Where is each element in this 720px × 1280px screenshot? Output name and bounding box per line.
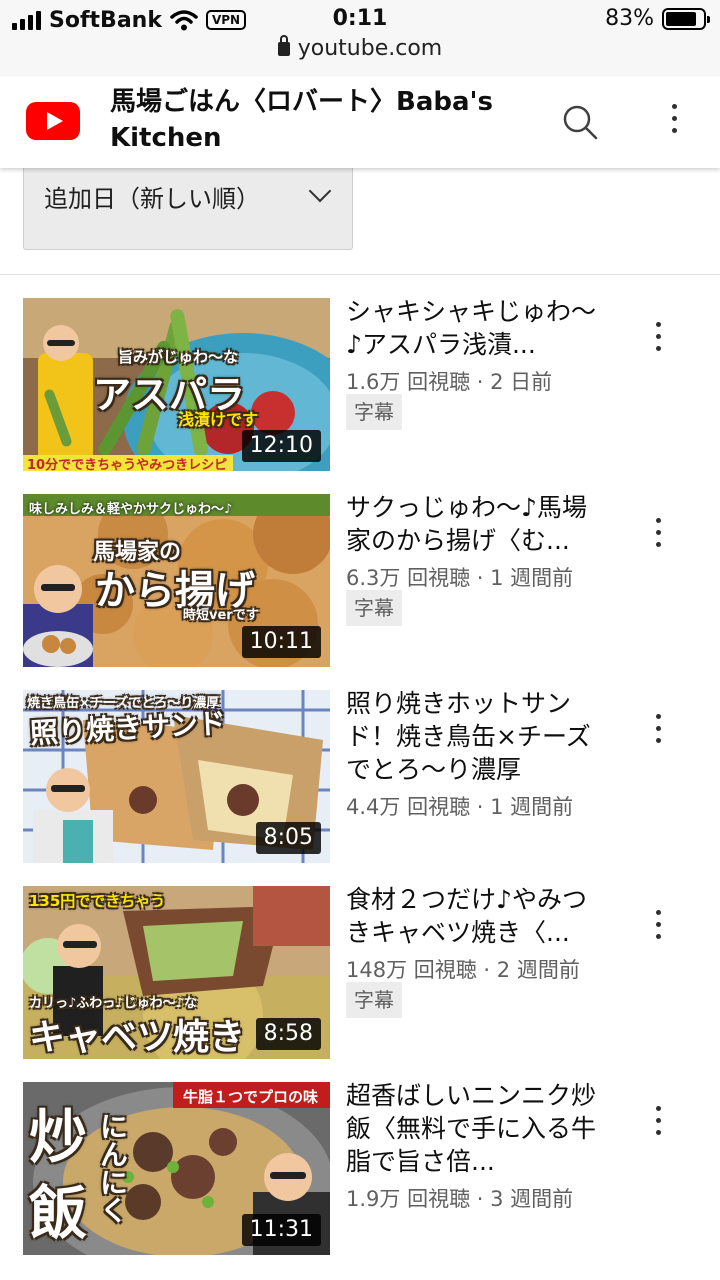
more-vert-icon[interactable] [643, 512, 673, 552]
battery-percent: 83% [605, 6, 654, 31]
video-thumbnail[interactable]: 焼き鳥缶×チーズでとろ〜り濃厚 照り焼きサンド 8:05 [23, 690, 330, 863]
caption-badge: 字幕 [346, 590, 402, 626]
video-thumbnail[interactable]: 旨みがじゅわ〜な アスパラ 浅漬けです 10分でできちゃうやみつきレシピ 12:… [23, 298, 330, 471]
thumbnail-text-bottom: 10分でできちゃうやみつきレシピ [27, 458, 228, 471]
channel-header: 馬場ごはん〈ロバート〉Baba's Kitchen [0, 76, 720, 168]
url-bar[interactable]: youtube.com [0, 35, 720, 61]
video-title[interactable]: サクっじゅわ〜♪馬場家のから揚げ〈む... [346, 491, 608, 557]
video-thumbnail[interactable]: 味しみしみ＆軽やかサクじゅわ〜♪ 馬場家の から揚げ 時短verです 10:11 [23, 494, 330, 667]
lock-icon [277, 35, 290, 56]
video-meta: 148万 回視聴 · 2 週間前 [346, 958, 580, 982]
video-duration: 8:05 [255, 822, 321, 854]
thumbnail-text-top: 牛脂１つでプロの味 [183, 1088, 319, 1106]
caption-badge: 字幕 [346, 982, 402, 1018]
video-title[interactable]: シャキシャキじゅわ〜♪アスパラ浅漬... [346, 295, 608, 361]
video-meta: 6.3万 回視聴 · 1 週間前 [346, 566, 574, 590]
video-item[interactable]: 135円でできちゃう カリっ♪ふわっ♪じゅわ〜♪な キャベツ焼き 8:58 食材… [0, 883, 720, 1062]
status-bar: SoftBank VPN 0:11 83% youtube.com [0, 0, 720, 76]
channel-title: 馬場ごはん〈ロバート〉Baba's Kitchen [110, 87, 493, 153]
video-thumbnail[interactable]: 牛脂１つでプロの味 炒 飯 にんにく 11:31 [23, 1082, 330, 1255]
more-vert-icon[interactable] [659, 98, 689, 138]
thumbnail-text-sub: 時短verです [183, 608, 259, 623]
video-title[interactable]: 照り焼きホットサンド！焼き鳥缶×チーズでとろ〜り濃厚 [346, 687, 608, 786]
video-duration: 10:11 [241, 626, 321, 658]
status-right: 83% [605, 6, 710, 31]
battery-icon [662, 7, 710, 30]
caption-badge: 字幕 [346, 394, 402, 430]
thumbnail-text-top: 135円でできちゃう [29, 892, 166, 910]
video-meta: 1.6万 回視聴 · 2 日前 [346, 370, 553, 394]
more-vert-icon[interactable] [643, 1100, 673, 1140]
video-item[interactable]: 焼き鳥缶×チーズでとろ〜り濃厚 照り焼きサンド 8:05 照り焼きホットサンド！… [0, 687, 720, 866]
youtube-logo-icon[interactable] [26, 102, 80, 140]
video-item[interactable]: 味しみしみ＆軽やかサクじゅわ〜♪ 馬場家の から揚げ 時短verです 10:11… [0, 491, 720, 670]
search-icon[interactable] [560, 102, 600, 142]
video-item[interactable]: 旨みがじゅわ〜な アスパラ 浅漬けです 10分でできちゃうやみつきレシピ 12:… [0, 295, 720, 474]
video-title[interactable]: 食材２つだけ♪やみつきキャベツ焼き〈... [346, 883, 608, 949]
thumbnail-text-sub: 浅漬けです [178, 410, 259, 429]
thumbnail-text-main: キャベツ焼き [29, 1017, 246, 1058]
video-meta: 4.4万 回視聴 · 1 週間前 [346, 795, 574, 819]
video-title[interactable]: 超香ばしいニンニク炒飯〈無料で手に入る牛脂で旨さ倍... [346, 1079, 608, 1178]
thumbnail-text-main-2: 飯 [29, 1179, 88, 1247]
chevron-down-icon [308, 179, 332, 203]
video-duration: 8:58 [255, 1018, 321, 1050]
thumbnail-text-main-1: 炒 [29, 1103, 88, 1171]
video-item[interactable]: 牛脂１つでプロの味 炒 飯 にんにく 11:31 超香ばしいニンニク炒飯〈無料で… [0, 1079, 720, 1258]
thumbnail-text-top: 味しみしみ＆軽やかサクじゅわ〜♪ [29, 502, 233, 517]
video-thumbnail[interactable]: 135円でできちゃう カリっ♪ふわっ♪じゅわ〜♪な キャベツ焼き 8:58 [23, 886, 330, 1059]
sort-section: 追加日（新しい順） [0, 164, 720, 275]
video-duration: 12:10 [241, 430, 321, 462]
thumbnail-text-side: にんにく [96, 1112, 129, 1224]
more-vert-icon[interactable] [643, 708, 673, 748]
more-vert-icon[interactable] [643, 316, 673, 356]
url-text: youtube.com [297, 36, 443, 61]
video-meta: 1.9万 回視聴 · 3 週間前 [346, 1187, 574, 1211]
video-duration: 11:31 [241, 1214, 321, 1246]
sort-label: 追加日（新しい順） [44, 185, 260, 213]
more-vert-icon[interactable] [643, 904, 673, 944]
sort-dropdown[interactable]: 追加日（新しい順） [23, 164, 353, 250]
